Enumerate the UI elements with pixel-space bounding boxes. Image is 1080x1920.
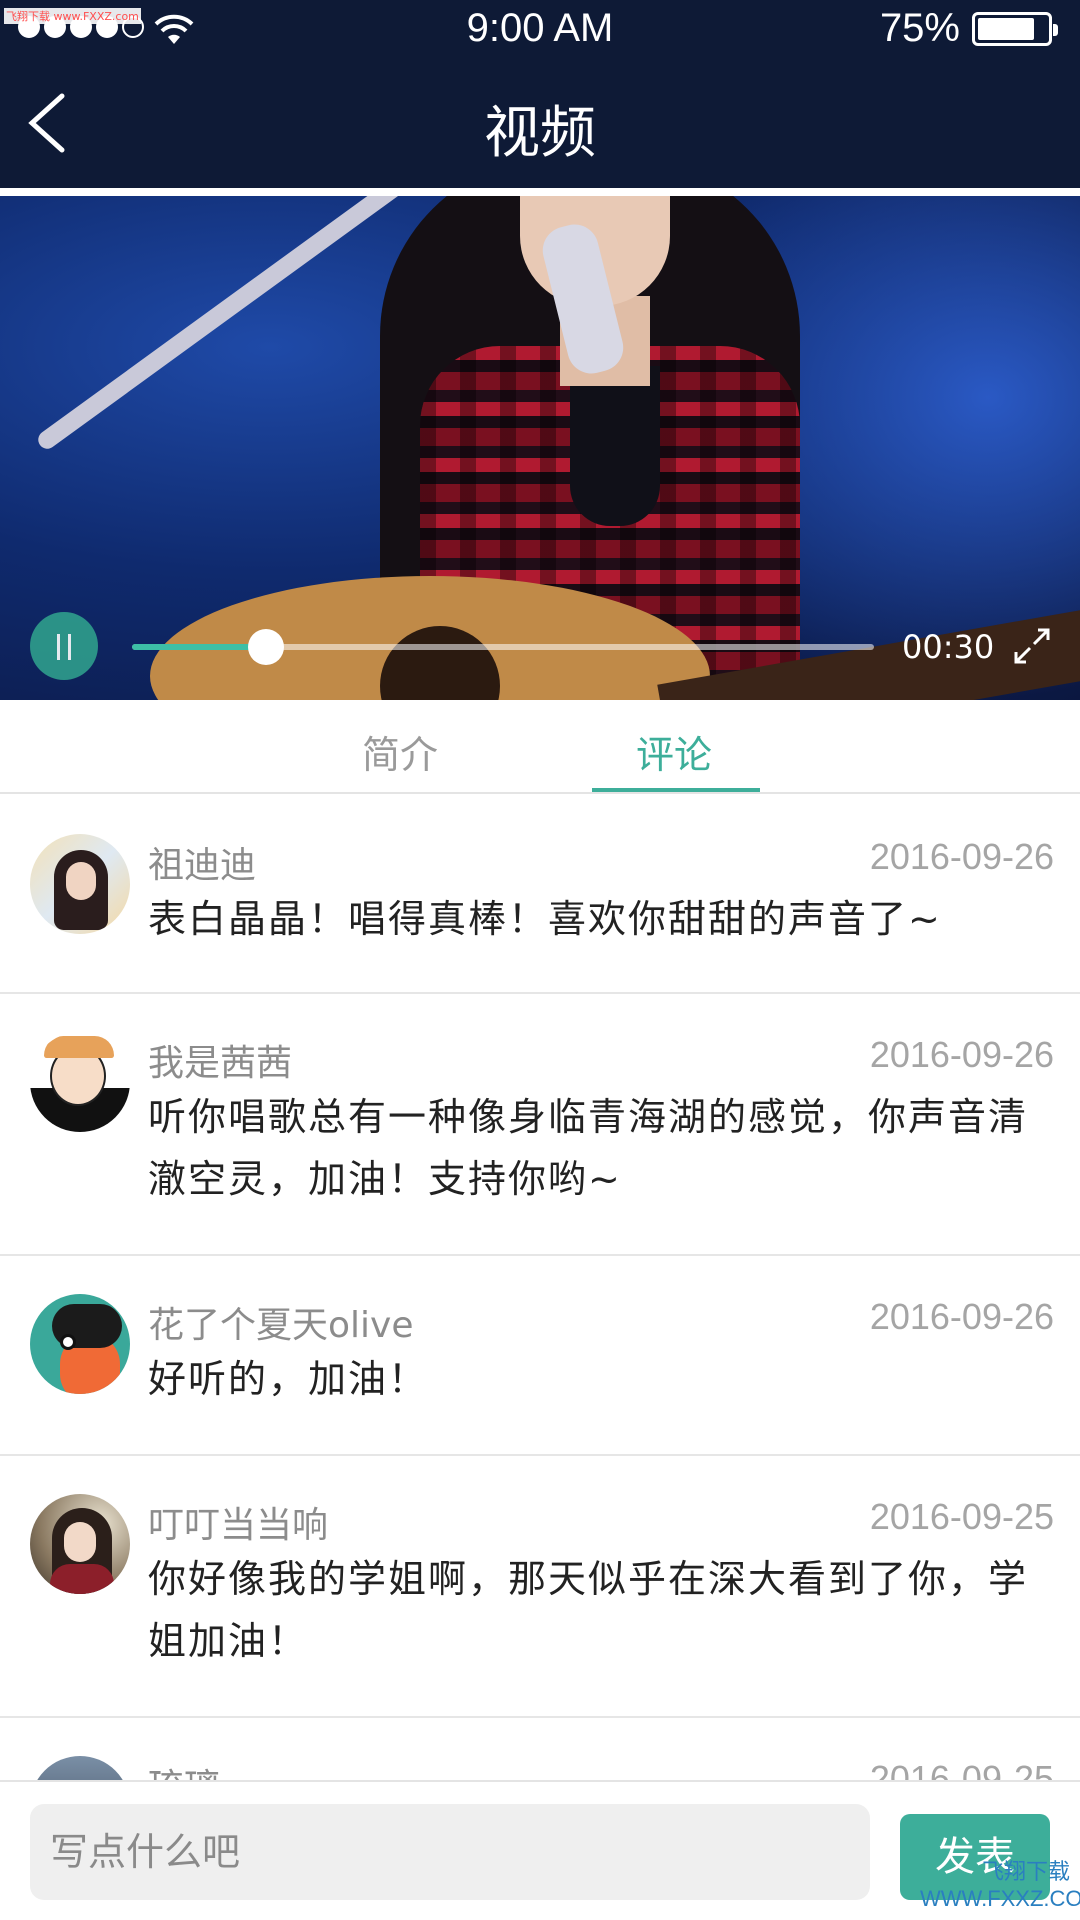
- avatar[interactable]: [30, 1756, 130, 1780]
- comment-item: 花了个夏天olive 2016-09-26 好听的，加油！: [0, 1256, 1080, 1456]
- comment-date: 2016-09-25: [869, 1758, 1054, 1780]
- comment-date: 2016-09-26: [869, 1034, 1054, 1075]
- comment-item: 我是茜茜 2016-09-26 听你唱歌总有一种像身临青海湖的感觉，你声音清澈空…: [0, 994, 1080, 1256]
- pause-button[interactable]: [30, 612, 98, 680]
- battery-percentage: 75%: [879, 6, 960, 50]
- watermark: 飞翔下载 WWW.FXXZ.COM: [920, 1859, 1080, 1911]
- tab-indicator: [592, 788, 760, 792]
- comment-text: 表白晶晶！唱得真棒！喜欢你甜甜的声音了~: [148, 897, 942, 941]
- progress-fill: [132, 644, 266, 650]
- comment-input-bar: 发表 飞翔下载 WWW.FXXZ.COM: [0, 1780, 1080, 1920]
- avatar[interactable]: [30, 1494, 130, 1594]
- comment-item: 祖迪迪 2016-09-26 表白晶晶！唱得真棒！喜欢你甜甜的声音了~: [0, 796, 1080, 994]
- tab-bar: 简介 评论: [0, 700, 1080, 794]
- comment-list[interactable]: 祖迪迪 2016-09-26 表白晶晶！唱得真棒！喜欢你甜甜的声音了~ 我是茜茜…: [0, 796, 1080, 1780]
- comment-item: 琉璃 2016-09-25: [0, 1718, 1080, 1780]
- tab-intro[interactable]: 简介: [362, 724, 438, 779]
- comment-input[interactable]: [30, 1804, 870, 1900]
- comment-date: 2016-09-26: [869, 1296, 1054, 1337]
- comment-date: 2016-09-26: [869, 836, 1054, 877]
- status-bar: 飞翔下载 www.FXXZ.com 9:00 AM 75%: [0, 0, 1080, 56]
- comment-date: 2016-09-25: [869, 1496, 1054, 1537]
- divider: [0, 188, 1080, 196]
- progress-knob[interactable]: [248, 629, 284, 665]
- comment-item: 叮叮当当响 2016-09-25 你好像我的学姐啊，那天似乎在深大看到了你，学姐…: [0, 1456, 1080, 1718]
- comment-author: 花了个夏天olive: [148, 1305, 414, 1346]
- comment-author: 祖迪迪: [148, 845, 257, 886]
- top-bar: 飞翔下载 www.FXXZ.com 9:00 AM 75% 视频: [0, 0, 1080, 188]
- avatar[interactable]: [30, 834, 130, 934]
- comment-author: 叮叮当当响: [148, 1505, 329, 1546]
- comment-author: 琉璃: [148, 1758, 220, 1780]
- comment-text: 听你唱歌总有一种像身临青海湖的感觉，你声音清澈空灵，加油！支持你哟~: [148, 1095, 1029, 1201]
- avatar[interactable]: [30, 1294, 130, 1394]
- battery-icon: [972, 12, 1058, 46]
- comment-author: 我是茜茜: [148, 1043, 293, 1084]
- tab-comments[interactable]: 评论: [636, 724, 712, 779]
- video-time: 00:30: [902, 628, 995, 666]
- avatar[interactable]: [30, 1032, 130, 1132]
- video-player[interactable]: [0, 196, 1080, 700]
- page-title: 视频: [484, 101, 596, 166]
- comment-text: 好听的，加油！: [148, 1357, 429, 1401]
- comment-text: 你好像我的学姐啊，那天似乎在深大看到了你，学姐加油！: [148, 1557, 1029, 1663]
- fullscreen-icon[interactable]: [1012, 626, 1052, 666]
